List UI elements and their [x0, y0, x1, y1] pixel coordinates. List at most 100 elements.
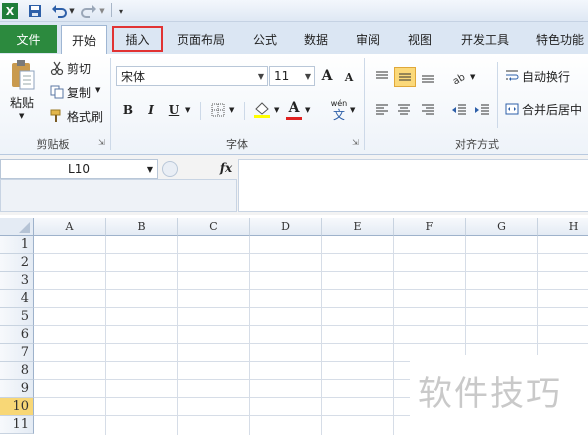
align-bottom-icon[interactable]	[418, 67, 438, 87]
underline-dropdown-icon[interactable]: ▼	[185, 106, 190, 114]
save-icon[interactable]	[27, 3, 43, 19]
formula-bar-resize-handle[interactable]	[162, 161, 178, 177]
excel-logo-icon: X	[2, 3, 18, 19]
row-header[interactable]: 5	[0, 308, 34, 326]
row-header[interactable]: 7	[0, 344, 34, 362]
copy-icon[interactable]	[50, 85, 64, 99]
align-left-icon[interactable]	[372, 101, 392, 119]
font-size-dropdown-icon[interactable]: ▼	[305, 72, 311, 81]
column-header[interactable]: G	[466, 218, 538, 236]
row-header[interactable]: 8	[0, 362, 34, 380]
scissors-icon[interactable]	[50, 61, 64, 75]
border-icon[interactable]	[209, 101, 227, 119]
grow-font-icon[interactable]: A	[319, 66, 335, 86]
phonetic-dropdown-icon[interactable]: ▼	[350, 106, 355, 114]
column-header[interactable]: B	[106, 218, 178, 236]
tab-special-features[interactable]: 特色功能	[530, 25, 588, 54]
paste-button[interactable]: 粘贴	[10, 94, 34, 110]
row-header-selected[interactable]: 10	[0, 398, 34, 416]
font-color-dropdown-icon[interactable]: ▼	[305, 106, 310, 114]
format-painter-icon[interactable]	[50, 109, 64, 123]
clipboard-dialog-launcher-icon[interactable]: ⇲	[98, 138, 105, 147]
align-center-icon[interactable]	[394, 101, 414, 119]
underline-button[interactable]: U	[165, 101, 183, 119]
tab-view[interactable]: 视图	[400, 25, 440, 54]
select-all-corner[interactable]	[0, 218, 34, 236]
excel-window: X ▼ ▼ ▾ 文件 开始 插入 页面布局 公式 数据 审阅 视图 开发工具 特…	[0, 0, 588, 435]
column-header[interactable]: D	[250, 218, 322, 236]
tab-data[interactable]: 数据	[296, 25, 336, 54]
watermark-text: 软件技巧	[418, 374, 562, 414]
row-header[interactable]: 4	[0, 290, 34, 308]
tab-file[interactable]: 文件	[0, 25, 57, 53]
column-header[interactable]: E	[322, 218, 394, 236]
font-color-swatch	[286, 117, 302, 120]
paste-dropdown-icon[interactable]: ▼	[19, 112, 24, 120]
border-dropdown-icon[interactable]: ▼	[229, 106, 234, 114]
copy-dropdown-icon[interactable]: ▼	[95, 86, 100, 94]
orientation-dropdown-icon[interactable]: ▼	[470, 73, 475, 81]
row-gridline	[34, 307, 588, 308]
tab-developer[interactable]: 开发工具	[452, 25, 518, 54]
tab-page-layout[interactable]: 页面布局	[170, 25, 232, 54]
row-gridline	[34, 343, 588, 344]
merge-center-button[interactable]: 合并后居中	[522, 101, 582, 117]
wrap-text-icon[interactable]	[504, 68, 520, 84]
column-header[interactable]: H	[538, 218, 588, 236]
tab-review[interactable]: 审阅	[348, 25, 388, 54]
undo-dropdown-icon[interactable]: ▼	[68, 3, 76, 19]
insert-function-icon[interactable]: fx	[216, 159, 236, 177]
ribbon-tab-bar: 文件 开始 插入 页面布局 公式 数据 审阅 视图 开发工具 特色功能	[0, 22, 588, 54]
tab-insert[interactable]: 插入	[112, 26, 163, 52]
font-size-select[interactable]: 11 ▼	[269, 66, 315, 86]
orientation-icon[interactable]: ab	[449, 67, 469, 87]
bold-button[interactable]: B	[119, 101, 137, 119]
row-header[interactable]: 1	[0, 236, 34, 254]
italic-button[interactable]: I	[142, 101, 160, 119]
font-size-value: 11	[274, 69, 290, 83]
tab-home[interactable]: 开始	[61, 25, 107, 54]
format-painter-button[interactable]: 格式刷	[67, 108, 103, 124]
ribbon-home: 粘贴 ▼ 剪切 复制 ▼ 格式刷 剪贴板 ⇲ 宋体 ▼ 11 ▼ A A B I	[0, 54, 588, 155]
name-box-dropdown-icon[interactable]: ▼	[147, 165, 153, 174]
row-header[interactable]: 9	[0, 380, 34, 398]
undo-icon[interactable]	[50, 3, 68, 19]
font-group-label: 字体	[226, 138, 248, 151]
font-dialog-launcher-icon[interactable]: ⇲	[352, 138, 359, 147]
fill-color-dropdown-icon[interactable]: ▼	[274, 106, 279, 114]
formula-input[interactable]	[238, 159, 588, 212]
name-box-value: L10	[68, 162, 90, 176]
tab-formulas[interactable]: 公式	[245, 25, 285, 54]
column-header[interactable]: A	[34, 218, 106, 236]
row-header[interactable]: 3	[0, 272, 34, 290]
align-top-icon[interactable]	[372, 67, 392, 87]
wrap-text-button[interactable]: 自动换行	[522, 68, 570, 84]
align-middle-icon[interactable]	[394, 67, 416, 87]
paste-icon[interactable]	[8, 58, 38, 92]
row-gridline	[34, 325, 588, 326]
qat-separator	[111, 3, 112, 17]
name-box[interactable]: L10 ▼	[0, 159, 158, 179]
customize-qat-icon[interactable]: ▾	[116, 3, 126, 19]
column-header[interactable]: F	[394, 218, 466, 236]
redo-dropdown-icon[interactable]: ▼	[98, 3, 106, 19]
fill-color-icon[interactable]	[252, 100, 272, 120]
increase-indent-icon[interactable]	[472, 101, 492, 119]
phonetic-guide-icon[interactable]: 文	[330, 107, 348, 122]
group-separator	[364, 58, 365, 150]
font-name-select[interactable]: 宋体 ▼	[116, 66, 268, 86]
row-header[interactable]: 2	[0, 254, 34, 272]
redo-icon[interactable]	[80, 3, 98, 19]
row-header[interactable]: 11	[0, 416, 34, 434]
column-gridline	[393, 236, 394, 435]
merge-center-icon[interactable]	[504, 101, 520, 117]
column-header[interactable]: C	[178, 218, 250, 236]
align-right-icon[interactable]	[418, 101, 438, 119]
shrink-font-icon[interactable]: A	[342, 68, 356, 86]
cut-button[interactable]: 剪切	[67, 60, 91, 76]
font-name-dropdown-icon[interactable]: ▼	[258, 72, 264, 81]
row-header[interactable]: 6	[0, 326, 34, 344]
font-color-icon[interactable]: A	[286, 99, 302, 117]
decrease-indent-icon[interactable]	[449, 101, 469, 119]
copy-button[interactable]: 复制	[67, 84, 91, 100]
